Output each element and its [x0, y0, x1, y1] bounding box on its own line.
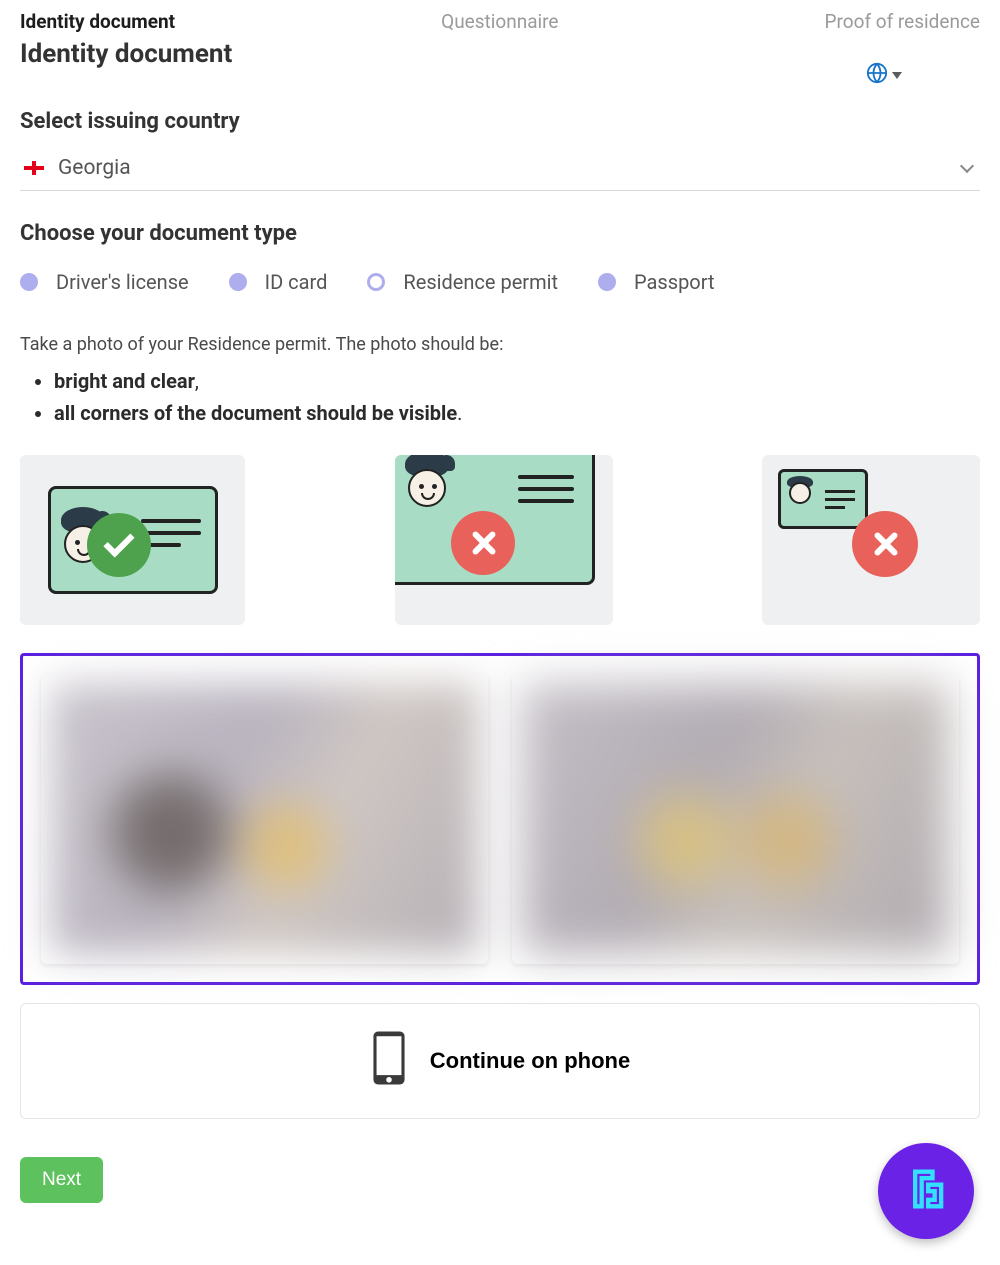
radio-residence-permit[interactable]: Residence permit: [367, 270, 558, 294]
help-fab[interactable]: [878, 1143, 974, 1239]
smartphone-icon: [370, 1030, 408, 1092]
next-button[interactable]: Next: [20, 1157, 103, 1203]
step-identity-document[interactable]: Identity document: [20, 10, 175, 33]
radio-label: Driver's license: [56, 270, 189, 294]
check-icon: [87, 513, 151, 577]
requirement-item: bright and clear,: [54, 369, 980, 393]
doc-type-radios: Driver's license ID card Residence permi…: [20, 270, 980, 294]
issuing-country-label: Select issuing country: [20, 109, 980, 134]
example-good: [20, 455, 245, 625]
example-bad-cropped: [395, 455, 613, 625]
caret-down-icon: [892, 72, 902, 79]
radio-id-card[interactable]: ID card: [229, 270, 328, 294]
issuing-country-select[interactable]: Georgia: [20, 142, 980, 191]
radio-label: Residence permit: [403, 270, 558, 294]
radio-dot-icon: [20, 273, 38, 291]
uploaded-documents: [20, 653, 980, 985]
stepper: Identity document Questionnaire Proof of…: [20, 0, 980, 33]
cross-icon: [852, 511, 918, 577]
radio-label: Passport: [634, 270, 714, 294]
step-proof-of-residence[interactable]: Proof of residence: [825, 10, 980, 33]
language-selector[interactable]: [866, 62, 902, 88]
radio-selected-icon: [367, 273, 385, 291]
chevron-down-icon: [960, 161, 974, 175]
continue-on-phone-button[interactable]: Continue on phone: [20, 1003, 980, 1119]
flag-georgia-icon: [24, 161, 44, 175]
help-logo-icon: [900, 1163, 952, 1219]
doc-type-label: Choose your document type: [20, 221, 980, 246]
radio-label: ID card: [265, 270, 328, 294]
example-bad-small: [762, 455, 980, 625]
document-preview-front[interactable]: [41, 674, 488, 964]
globe-icon: [866, 62, 888, 88]
requirement-item: all corners of the document should be vi…: [54, 401, 980, 425]
radio-drivers-license[interactable]: Driver's license: [20, 270, 189, 294]
document-preview-back[interactable]: [512, 674, 959, 964]
page-title: Identity document: [20, 39, 980, 69]
photo-requirements: bright and clear, all corners of the doc…: [54, 369, 980, 425]
radio-passport[interactable]: Passport: [598, 270, 714, 294]
radio-dot-icon: [598, 273, 616, 291]
radio-dot-icon: [229, 273, 247, 291]
continue-on-phone-label: Continue on phone: [430, 1048, 630, 1074]
step-questionnaire[interactable]: Questionnaire: [441, 10, 558, 33]
photo-instructions: Take a photo of your Residence permit. T…: [20, 334, 980, 355]
photo-examples: [20, 455, 980, 625]
cross-icon: [451, 511, 515, 575]
issuing-country-value: Georgia: [58, 156, 131, 180]
